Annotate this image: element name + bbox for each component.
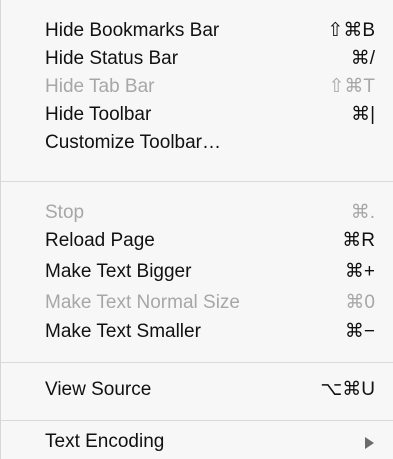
menu-separator	[1, 362, 393, 363]
shortcut-hint: ⇧⌘B	[327, 20, 375, 41]
menu-item-customize-toolbar[interactable]: Customize Toolbar…	[1, 129, 393, 157]
menu-item-stop: Stop ⌘.	[1, 199, 393, 227]
menu-item-label: Hide Status Bar	[45, 48, 179, 69]
shortcut-hint: ⌘.	[350, 202, 375, 223]
shortcut-hint: ⇧⌘T	[328, 76, 375, 97]
shortcut-hint: ⌘−	[344, 321, 375, 342]
shortcut-hint: ⌘+	[344, 261, 375, 282]
shortcut-hint: ⌘|	[351, 104, 375, 125]
menu-item-make-text-normal-size: Make Text Normal Size ⌘0	[1, 289, 393, 317]
menu-item-make-text-smaller[interactable]: Make Text Smaller ⌘−	[1, 318, 393, 346]
shortcut-hint: ⌘R	[342, 230, 375, 251]
shortcut-hint: ⌘/	[350, 48, 375, 69]
menu-item-make-text-bigger[interactable]: Make Text Bigger ⌘+	[1, 258, 393, 286]
menu-item-label: Text Encoding	[45, 431, 165, 452]
menu-item-label: Stop	[45, 202, 85, 223]
menu-item-hide-toolbar[interactable]: Hide Toolbar ⌘|	[1, 101, 393, 129]
menu-item-label: Make Text Smaller	[45, 321, 201, 342]
shortcut-hint: ⌥⌘U	[320, 379, 375, 400]
menu-item-label: Make Text Normal Size	[45, 292, 240, 313]
submenu-arrow-icon	[365, 437, 374, 449]
shortcut-hint: ⌘0	[345, 292, 375, 313]
view-menu: Hide Bookmarks Bar ⇧⌘B Hide Status Bar ⌘…	[0, 0, 393, 459]
menu-item-reload-page[interactable]: Reload Page ⌘R	[1, 227, 393, 255]
menu-item-text-encoding[interactable]: Text Encoding	[1, 428, 393, 456]
menu-item-label: Make Text Bigger	[45, 261, 192, 282]
menu-item-hide-status-bar[interactable]: Hide Status Bar ⌘/	[1, 45, 393, 73]
menu-item-hide-bookmarks-bar[interactable]: Hide Bookmarks Bar ⇧⌘B	[1, 17, 393, 45]
menu-item-label: Reload Page	[45, 230, 155, 251]
menu-item-label: Hide Tab Bar	[45, 76, 155, 97]
menu-item-label: View Source	[45, 379, 152, 400]
menu-separator	[1, 181, 393, 182]
menu-item-label: Hide Bookmarks Bar	[45, 20, 220, 41]
menu-item-label: Customize Toolbar…	[45, 132, 222, 153]
menu-separator	[1, 420, 393, 421]
menu-item-hide-tab-bar: Hide Tab Bar ⇧⌘T	[1, 73, 393, 101]
menu-item-label: Hide Toolbar	[45, 104, 152, 125]
menu-item-view-source[interactable]: View Source ⌥⌘U	[1, 376, 393, 404]
